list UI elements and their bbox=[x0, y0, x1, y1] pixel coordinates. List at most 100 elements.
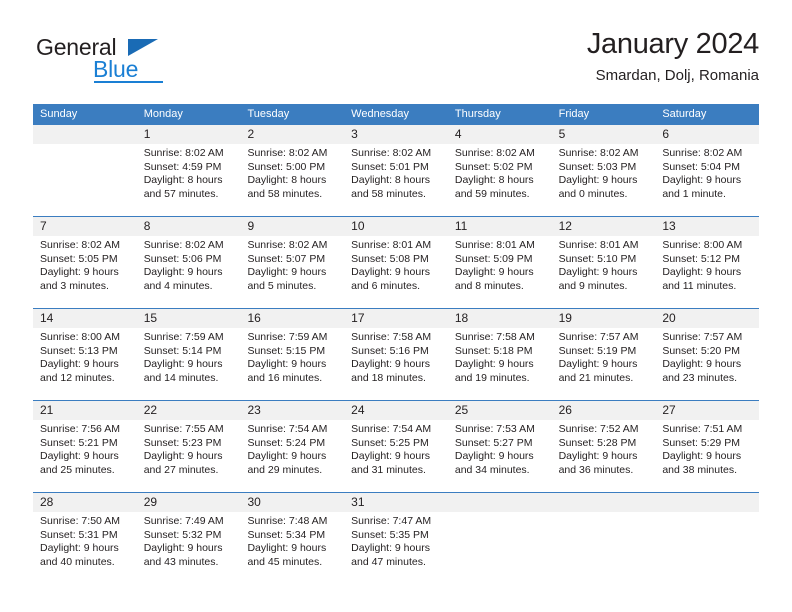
sunrise-text: Sunrise: 8:01 AM bbox=[351, 239, 432, 251]
weekday-header-thursday: Thursday bbox=[454, 108, 501, 120]
day-cell[interactable]: Sunrise: 7:58 AM Sunset: 5:18 PM Daylight:… bbox=[448, 328, 552, 400]
daylight-text-line1: Daylight: 9 hours bbox=[40, 266, 119, 279]
sunset-text: Sunset: 5:06 PM bbox=[143, 252, 222, 265]
day-number[interactable]: 29 bbox=[137, 493, 241, 512]
day-number[interactable]: 3 bbox=[344, 125, 448, 144]
day-cell[interactable]: Sunrise: 8:01 AM Sunset: 5:09 PM Daylight:… bbox=[448, 236, 552, 308]
sunset-text: Sunset: 5:21 PM bbox=[40, 436, 118, 449]
week-details-row: Sunrise: 7:56 AM Sunset: 5:21 PM Daylight:… bbox=[33, 420, 759, 492]
day-cell[interactable]: Sunrise: 7:58 AM Sunset: 5:16 PM Daylight:… bbox=[344, 328, 448, 400]
day-number[interactable]: 14 bbox=[33, 309, 137, 328]
day-cell[interactable]: Sunrise: 7:59 AM Sunset: 5:15 PM Daylight:… bbox=[240, 328, 344, 400]
daylight-text-line1: Daylight: 9 hours bbox=[247, 266, 327, 279]
day-cell[interactable]: Sunrise: 7:48 AM Sunset: 5:34 PM Daylight:… bbox=[240, 512, 344, 584]
day-number[interactable]: 22 bbox=[137, 401, 241, 420]
daylight-text-line2: and 19 minutes. bbox=[454, 371, 530, 384]
day-number[interactable]: 10 bbox=[344, 217, 448, 236]
day-cell[interactable]: Sunrise: 8:02 AM Sunset: 5:00 PM Daylight:… bbox=[240, 144, 344, 216]
day-number[interactable]: 11 bbox=[448, 217, 552, 236]
day-number[interactable]: 13 bbox=[655, 217, 759, 236]
sunset-text: Sunset: 5:19 PM bbox=[558, 344, 637, 357]
day-cell[interactable]: Sunrise: 8:01 AM Sunset: 5:08 PM Daylight:… bbox=[344, 236, 448, 308]
day-number[interactable]: 4 bbox=[448, 125, 552, 144]
daylight-text-line1: Daylight: 9 hours bbox=[351, 542, 430, 555]
day-number[interactable]: 25 bbox=[448, 401, 552, 420]
daylight-text-line2: and 58 minutes. bbox=[247, 187, 323, 200]
day-number[interactable]: 8 bbox=[137, 217, 241, 236]
daylight-text-line1: Daylight: 9 hours bbox=[662, 450, 742, 463]
sunset-text: Sunset: 5:08 PM bbox=[351, 252, 429, 265]
day-cell[interactable]: Sunrise: 7:55 AM Sunset: 5:23 PM Daylight:… bbox=[137, 420, 241, 492]
day-cell[interactable]: Sunrise: 7:51 AM Sunset: 5:29 PM Daylight:… bbox=[655, 420, 759, 492]
week-details-row: Sunrise: 8:02 AM Sunset: 4:59 PM Daylight:… bbox=[33, 144, 759, 216]
daylight-text-line1: Daylight: 9 hours bbox=[662, 174, 742, 187]
sunset-text: Sunset: 5:20 PM bbox=[662, 344, 740, 357]
day-cell[interactable]: Sunrise: 8:02 AM Sunset: 5:01 PM Daylight:… bbox=[344, 144, 448, 216]
daylight-text-line2: and 27 minutes. bbox=[143, 463, 219, 476]
day-number[interactable]: 30 bbox=[240, 493, 344, 512]
calendar-week-row: 1 2 3 4 5 6 Sunrise: 8:02 AM Sunset: 4:59 PM Day… bbox=[33, 125, 759, 216]
day-cell[interactable]: Sunrise: 8:02 AM Sunset: 5:04 PM Daylight:… bbox=[655, 144, 759, 216]
sunset-text: Sunset: 5:02 PM bbox=[454, 160, 533, 173]
day-number[interactable]: 23 bbox=[240, 401, 344, 420]
day-cell[interactable]: Sunrise: 7:57 AM Sunset: 5:20 PM Daylight:… bbox=[655, 328, 759, 400]
day-number[interactable]: 24 bbox=[344, 401, 448, 420]
daylight-text-line2: and 29 minutes. bbox=[247, 463, 323, 476]
day-number[interactable]: 18 bbox=[448, 309, 552, 328]
day-cell[interactable]: Sunrise: 8:02 AM Sunset: 5:03 PM Daylight:… bbox=[552, 144, 656, 216]
daylight-text-line2: and 12 minutes. bbox=[40, 371, 115, 384]
daylight-text-line2: and 0 minutes. bbox=[558, 187, 628, 200]
day-cell[interactable]: Sunrise: 8:02 AM Sunset: 4:59 PM Daylight:… bbox=[137, 144, 241, 216]
day-number[interactable]: 28 bbox=[33, 493, 137, 512]
day-number[interactable]: 31 bbox=[344, 493, 448, 512]
day-cell[interactable]: Sunrise: 7:54 AM Sunset: 5:24 PM Daylight:… bbox=[240, 420, 344, 492]
day-number[interactable]: 16 bbox=[240, 309, 344, 328]
daylight-text-line2: and 3 minutes. bbox=[40, 279, 109, 292]
day-number[interactable]: 5 bbox=[552, 125, 656, 144]
day-number[interactable]: 1 bbox=[137, 125, 241, 144]
day-number[interactable]: 15 bbox=[137, 309, 241, 328]
day-cell[interactable]: Sunrise: 7:56 AM Sunset: 5:21 PM Daylight:… bbox=[33, 420, 137, 492]
day-cell[interactable]: Sunrise: 8:02 AM Sunset: 5:02 PM Daylight:… bbox=[448, 144, 552, 216]
day-number[interactable]: 9 bbox=[240, 217, 344, 236]
day-number[interactable]: 21 bbox=[33, 401, 137, 420]
daylight-text-line1: Daylight: 8 hours bbox=[143, 174, 223, 187]
day-number[interactable]: 19 bbox=[552, 309, 656, 328]
day-number[interactable]: 27 bbox=[655, 401, 759, 420]
day-cell[interactable]: Sunrise: 7:47 AM Sunset: 5:35 PM Daylight:… bbox=[344, 512, 448, 584]
week-details-row: Sunrise: 8:02 AM Sunset: 5:05 PM Daylight:… bbox=[33, 236, 759, 308]
sunrise-text: Sunrise: 8:02 AM bbox=[351, 147, 432, 159]
daylight-text-line2: and 1 minute. bbox=[662, 187, 726, 200]
daylight-text-line2: and 43 minutes. bbox=[143, 555, 219, 568]
day-cell[interactable]: Sunrise: 8:00 AM Sunset: 5:12 PM Daylight:… bbox=[655, 236, 759, 308]
sunrise-text: Sunrise: 8:02 AM bbox=[40, 239, 120, 251]
daylight-text-line2: and 5 minutes. bbox=[247, 279, 317, 292]
day-cell[interactable]: Sunrise: 7:50 AM Sunset: 5:31 PM Daylight:… bbox=[33, 512, 137, 584]
day-cell[interactable]: Sunrise: 8:01 AM Sunset: 5:10 PM Daylight:… bbox=[552, 236, 656, 308]
day-number[interactable]: 6 bbox=[655, 125, 759, 144]
day-number[interactable]: 2 bbox=[240, 125, 344, 144]
day-cell[interactable]: Sunrise: 7:54 AM Sunset: 5:25 PM Daylight:… bbox=[344, 420, 448, 492]
daylight-text-line2: and 58 minutes. bbox=[351, 187, 426, 200]
day-number[interactable]: 20 bbox=[655, 309, 759, 328]
logo-triangle-icon bbox=[128, 39, 158, 56]
sunrise-text: Sunrise: 8:00 AM bbox=[662, 239, 743, 251]
day-number[interactable]: 12 bbox=[552, 217, 656, 236]
day-number[interactable]: 26 bbox=[552, 401, 656, 420]
day-cell[interactable]: Sunrise: 7:59 AM Sunset: 5:14 PM Daylight:… bbox=[137, 328, 241, 400]
day-cell[interactable]: Sunrise: 8:02 AM Sunset: 5:07 PM Daylight:… bbox=[240, 236, 344, 308]
sunrise-text: Sunrise: 8:00 AM bbox=[40, 331, 120, 343]
day-number[interactable]: 7 bbox=[33, 217, 137, 236]
day-number[interactable]: 17 bbox=[344, 309, 448, 328]
daylight-text-line1: Daylight: 9 hours bbox=[558, 450, 638, 463]
sunrise-text: Sunrise: 8:01 AM bbox=[558, 239, 639, 251]
day-cell[interactable]: Sunrise: 8:02 AM Sunset: 5:05 PM Daylight:… bbox=[33, 236, 137, 308]
daylight-text-line1: Daylight: 9 hours bbox=[40, 542, 119, 555]
day-cell[interactable]: Sunrise: 8:00 AM Sunset: 5:13 PM Daylight:… bbox=[33, 328, 137, 400]
day-cell[interactable]: Sunrise: 7:53 AM Sunset: 5:27 PM Daylight:… bbox=[448, 420, 552, 492]
general-blue-logo[interactable]: General Blue bbox=[36, 34, 236, 86]
day-cell[interactable]: Sunrise: 7:57 AM Sunset: 5:19 PM Daylight:… bbox=[552, 328, 656, 400]
day-cell[interactable]: Sunrise: 8:02 AM Sunset: 5:06 PM Daylight:… bbox=[137, 236, 241, 308]
day-cell[interactable]: Sunrise: 7:52 AM Sunset: 5:28 PM Daylight:… bbox=[552, 420, 656, 492]
day-cell[interactable]: Sunrise: 7:49 AM Sunset: 5:32 PM Daylight:… bbox=[137, 512, 241, 584]
